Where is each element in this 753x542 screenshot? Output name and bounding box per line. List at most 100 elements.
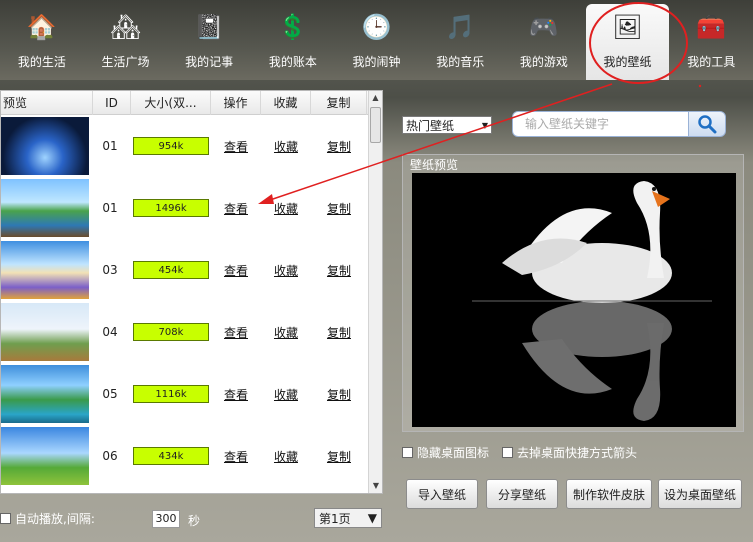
- autoplay-toggle[interactable]: 自动播放,间隔:: [0, 510, 95, 527]
- col-copy[interactable]: 复制: [311, 90, 367, 115]
- set-desktop-wallpaper-button[interactable]: 设为桌面壁纸: [658, 479, 742, 509]
- size-badge: 1496k: [133, 199, 209, 217]
- nav-label: 我的壁纸: [603, 55, 652, 69]
- clock-icon: 🕒: [361, 13, 392, 41]
- wallpaper-list: 预览 ID 大小(双... 操作 收藏 复制 01 954k 查看 收藏 复制 …: [0, 90, 383, 494]
- scroll-thumb[interactable]: [370, 107, 381, 143]
- favorite-link[interactable]: 收藏: [261, 324, 311, 341]
- top-nav: 🏠 我的生活 🏘 生活广场 📓 我的记事 💲 我的账本 🕒 我的闹钟 🎵 我的音…: [0, 0, 753, 80]
- copy-link[interactable]: 复制: [311, 138, 367, 155]
- nav-label: 我的音乐: [436, 55, 485, 69]
- wallpaper-thumbnail[interactable]: [1, 179, 89, 237]
- size-badge: 708k: [133, 323, 209, 341]
- remove-arrows-checkbox[interactable]: [502, 447, 513, 458]
- nav-item-life-square[interactable]: 🏘 生活广场: [84, 0, 168, 80]
- page-select[interactable]: 第1页 ▼: [314, 508, 382, 528]
- favorite-link[interactable]: 收藏: [261, 386, 311, 403]
- search-icon: [698, 115, 717, 134]
- nav-item-my-alarm[interactable]: 🕒 我的闹钟: [335, 0, 419, 80]
- col-fav[interactable]: 收藏: [261, 90, 311, 115]
- list-header: 预览 ID 大小(双... 操作 收藏 复制: [1, 90, 382, 115]
- size-badge: 1116k: [133, 385, 209, 403]
- col-id[interactable]: ID: [93, 90, 131, 115]
- page-value: 第1页: [319, 511, 351, 526]
- wallpaper-thumbnail[interactable]: [1, 303, 89, 361]
- hide-desktop-icons-option[interactable]: 隐藏桌面图标: [402, 444, 489, 461]
- copy-link[interactable]: 复制: [311, 448, 367, 465]
- copy-link[interactable]: 复制: [311, 200, 367, 217]
- table-row: 03 454k 查看 收藏 复制: [1, 239, 382, 301]
- house-icon: 🏠: [26, 13, 57, 41]
- size-badge: 954k: [133, 137, 209, 155]
- wallpaper-thumbnail[interactable]: [1, 427, 89, 485]
- nav-label: 我的生活: [17, 55, 66, 69]
- preview-label: 壁纸预览: [410, 158, 459, 172]
- hide-icons-checkbox[interactable]: [402, 447, 413, 458]
- row-id: 04: [102, 325, 118, 339]
- autoplay-checkbox[interactable]: [0, 513, 11, 524]
- interval-input[interactable]: 300: [152, 510, 180, 528]
- wallpaper-thumbnail[interactable]: [1, 117, 89, 175]
- nav-item-my-wallpaper[interactable]: 🖼 我的壁纸: [585, 4, 670, 80]
- make-skin-button[interactable]: 制作软件皮肤: [566, 479, 652, 509]
- view-link[interactable]: 查看: [211, 324, 261, 341]
- table-row: 05 1116k 查看 收藏 复制: [1, 363, 382, 425]
- wallpaper-icon: 🖼: [612, 13, 643, 41]
- nav-label: 我的游戏: [519, 55, 568, 69]
- table-row: 06 434k 查看 收藏 复制: [1, 425, 382, 487]
- autoplay-label: 自动播放,间隔:: [15, 512, 95, 526]
- list-scrollbar[interactable]: ▲ ▼: [368, 91, 382, 493]
- category-value: 热门壁纸: [406, 118, 455, 133]
- col-size[interactable]: 大小(双...: [131, 90, 211, 115]
- nav-item-my-notes[interactable]: 📓 我的记事: [167, 0, 251, 80]
- view-link[interactable]: 查看: [211, 448, 261, 465]
- remove-shortcut-arrow-option[interactable]: 去掉桌面快捷方式箭头: [502, 444, 637, 461]
- nav-item-my-life[interactable]: 🏠 我的生活: [0, 0, 84, 80]
- copy-link[interactable]: 复制: [311, 262, 367, 279]
- chevron-down-icon: ▼: [481, 120, 488, 130]
- favorite-link[interactable]: 收藏: [261, 138, 311, 155]
- view-link[interactable]: 查看: [211, 200, 261, 217]
- wallpaper-thumbnail[interactable]: [1, 241, 89, 299]
- nav-label: 我的账本: [268, 55, 317, 69]
- swan-illustration: [412, 173, 736, 427]
- view-link[interactable]: 查看: [211, 138, 261, 155]
- search-button[interactable]: [688, 111, 726, 137]
- row-id: 05: [102, 387, 118, 401]
- chevron-down-icon: ▼: [367, 511, 377, 525]
- nav-item-my-ledger[interactable]: 💲 我的账本: [251, 0, 335, 80]
- import-wallpaper-button[interactable]: 导入壁纸: [406, 479, 478, 509]
- favorite-link[interactable]: 收藏: [261, 448, 311, 465]
- share-wallpaper-button[interactable]: 分享壁纸: [486, 479, 558, 509]
- size-badge: 434k: [133, 447, 209, 465]
- category-select[interactable]: 热门壁纸 ▼: [402, 116, 492, 134]
- nav-label: 生活广场: [101, 55, 150, 69]
- nav-item-my-tools[interactable]: 🧰 我的工具: [669, 0, 753, 80]
- nav-item-my-games[interactable]: 🎮 我的游戏: [502, 0, 586, 80]
- table-row: 04 708k 查看 收藏 复制: [1, 301, 382, 363]
- view-link[interactable]: 查看: [211, 262, 261, 279]
- favorite-link[interactable]: 收藏: [261, 262, 311, 279]
- favorite-link[interactable]: 收藏: [261, 200, 311, 217]
- scroll-up-arrow-icon[interactable]: ▲: [369, 91, 382, 105]
- nav-label: 我的闹钟: [352, 55, 401, 69]
- nav-label: 我的记事: [185, 55, 234, 69]
- col-preview[interactable]: 预览: [1, 90, 93, 115]
- scroll-down-arrow-icon[interactable]: ▼: [369, 479, 383, 493]
- copy-link[interactable]: 复制: [311, 324, 367, 341]
- notebook-icon: 📓: [194, 13, 225, 41]
- search-input[interactable]: 输入壁纸关键字: [512, 111, 689, 137]
- toolbox-icon: 🧰: [696, 13, 727, 41]
- wallpaper-thumbnail[interactable]: [1, 365, 89, 423]
- row-id: 01: [102, 201, 118, 215]
- col-op[interactable]: 操作: [211, 90, 261, 115]
- wallpaper-preview-image[interactable]: [412, 173, 736, 427]
- village-icon: 🏘: [110, 13, 141, 41]
- nav-item-my-music[interactable]: 🎵 我的音乐: [418, 0, 502, 80]
- row-id: 01: [102, 139, 118, 153]
- row-id: 03: [102, 263, 118, 277]
- view-link[interactable]: 查看: [211, 386, 261, 403]
- hide-icons-label: 隐藏桌面图标: [417, 446, 490, 460]
- gamepad-icon: 🎮: [528, 13, 559, 41]
- copy-link[interactable]: 复制: [311, 386, 367, 403]
